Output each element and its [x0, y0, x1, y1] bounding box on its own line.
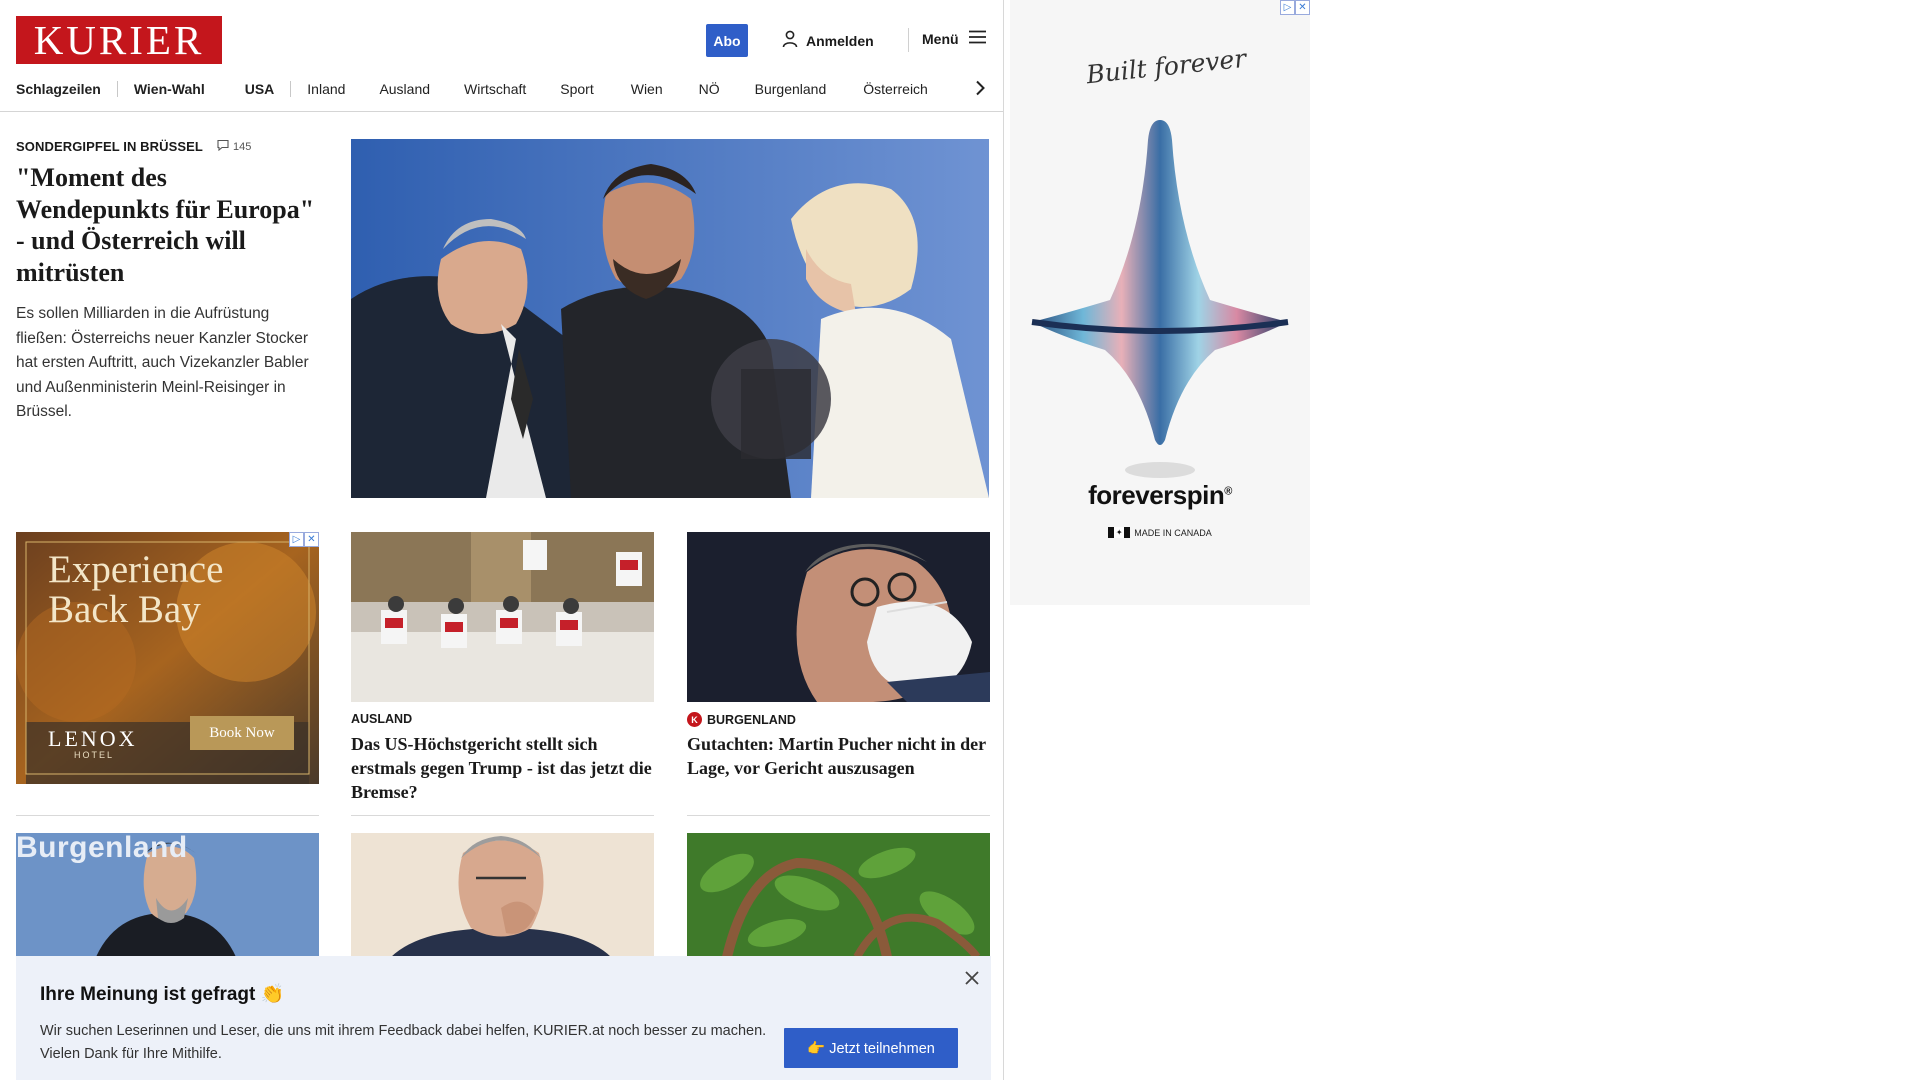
made-in-canada-label: MADE IN CANADA — [1134, 527, 1212, 538]
ad-close-icon[interactable]: ✕ — [1295, 0, 1310, 15]
section-nav: Schlagzeilen Wien-Wahl USA Inland Auslan… — [16, 80, 928, 98]
chevron-right-icon[interactable] — [970, 76, 990, 100]
nav-item-ausland[interactable]: Ausland — [379, 81, 430, 97]
tile-image-burgenland[interactable] — [687, 532, 990, 702]
tile-headline-burgenland[interactable]: Gutachten: Martin Pucher nicht in der La… — [687, 732, 997, 780]
close-icon[interactable] — [962, 968, 982, 988]
user-icon — [782, 30, 798, 51]
tile-kicker-burgenland: K BURGENLAND — [687, 712, 796, 727]
tile-image-doskozil[interactable]: Burgenland — [16, 833, 319, 957]
canada-flag-icon: ✦ — [1108, 527, 1131, 538]
side-ad-foreverspin[interactable]: ▷ ✕ Built forever foreverspin® ✦ MADE IN… — [1010, 0, 1310, 605]
nav-item-oesterreich[interactable]: Österreich — [863, 81, 928, 97]
header-divider — [908, 28, 909, 52]
nav-item-wien[interactable]: Wien — [631, 81, 663, 97]
nav-item-noe[interactable]: NÖ — [699, 81, 720, 97]
menu-label: Menü — [922, 30, 959, 47]
tile-image-herbs[interactable] — [687, 833, 990, 957]
tile-kicker-label: BURGENLAND — [707, 712, 796, 727]
survey-banner: Ihre Meinung ist gefragt 👏 Wir suchen Le… — [16, 956, 991, 1080]
comment-count[interactable]: 145 — [217, 139, 251, 154]
nav-item-burgenland[interactable]: Burgenland — [755, 81, 827, 97]
nav-item-schlagzeilen[interactable]: Schlagzeilen — [16, 81, 101, 97]
kurier-plus-icon: K — [687, 712, 702, 727]
nav-item-wirtschaft[interactable]: Wirtschaft — [464, 81, 526, 97]
tile-kicker-ausland: AUSLAND — [351, 712, 413, 726]
nav-separator — [116, 81, 118, 97]
survey-title: Ihre Meinung ist gefragt 👏 — [40, 984, 285, 1005]
tile-headline-ausland[interactable]: Das US-Höchstgericht stellt sich erstmal… — [351, 732, 661, 804]
ad-title: Experience Back Bay — [48, 548, 224, 631]
ad-close-icon[interactable]: ✕ — [304, 532, 319, 547]
burgenland-caption: Burgenland — [16, 833, 188, 864]
ad-choices-badge[interactable]: ▷ ✕ — [1280, 0, 1310, 15]
tile-divider — [687, 815, 990, 816]
login-label: Anmelden — [806, 32, 874, 49]
survey-participate-button[interactable]: 👉 Jetzt teilnehmen — [784, 1028, 958, 1068]
tile-divider — [16, 815, 319, 816]
survey-text: Wir suchen Leserinnen und Leser, die uns… — [40, 1023, 767, 1062]
ad-brand-lenox: LENOX — [48, 726, 138, 751]
menu-button[interactable]: Menü — [922, 30, 986, 47]
registered-mark: ® — [1224, 485, 1232, 498]
nav-separator — [290, 81, 292, 97]
lead-kicker: SONDERGIPFEL IN BRÜSSEL — [16, 139, 203, 154]
tile-divider — [351, 815, 654, 816]
spinning-top-illustration — [1031, 120, 1289, 478]
lead-teaser: Es sollen Milliarden in die Aufrüstung f… — [16, 305, 309, 420]
main-column: KURIER Abo Anmelden Menü Schlagzeilen Wi… — [0, 0, 1004, 1080]
ad-brand-name: foreverspin — [1088, 480, 1225, 510]
lead-story[interactable]: SONDERGIPFEL IN BRÜSSEL 145 "Moment des … — [16, 139, 322, 425]
login-button[interactable]: Anmelden — [782, 30, 874, 51]
kurier-logo[interactable]: KURIER — [16, 16, 222, 64]
ad-info-icon[interactable]: ▷ — [1280, 0, 1295, 15]
ad-brand-foreverspin: foreverspin® — [1010, 480, 1310, 511]
ad-choices-badge[interactable]: ▷ ✕ — [289, 532, 319, 547]
ad-tagline: Built forever — [1084, 43, 1248, 90]
ad-banner-lenox[interactable]: ▷ ✕ Experience Back Bay LENOX HOTEL Book… — [16, 532, 319, 784]
lead-headline[interactable]: "Moment des Wendepunkts für Europa" - un… — [16, 162, 322, 288]
hamburger-icon — [968, 30, 986, 47]
comment-icon — [217, 139, 229, 154]
ad-brand-sub: HOTEL — [74, 750, 115, 760]
abo-button[interactable]: Abo — [706, 24, 748, 57]
nav-item-sport[interactable]: Sport — [560, 81, 593, 97]
tile-image-politician[interactable] — [351, 833, 654, 957]
nav-item-usa[interactable]: USA — [245, 81, 275, 97]
comment-count-value: 145 — [232, 140, 252, 153]
made-in-canada: ✦ MADE IN CANADA — [1010, 527, 1310, 538]
ad-book-now-button[interactable]: Book Now — [190, 716, 294, 750]
site-header: KURIER Abo Anmelden Menü Schlagzeilen Wi… — [0, 0, 1003, 112]
nav-item-inland[interactable]: Inland — [307, 81, 345, 97]
lead-image[interactable] — [351, 139, 989, 498]
nav-item-wien-wahl[interactable]: Wien-Wahl — [134, 81, 205, 97]
ad-info-icon[interactable]: ▷ — [289, 532, 304, 547]
tile-image-ausland[interactable] — [351, 532, 654, 702]
